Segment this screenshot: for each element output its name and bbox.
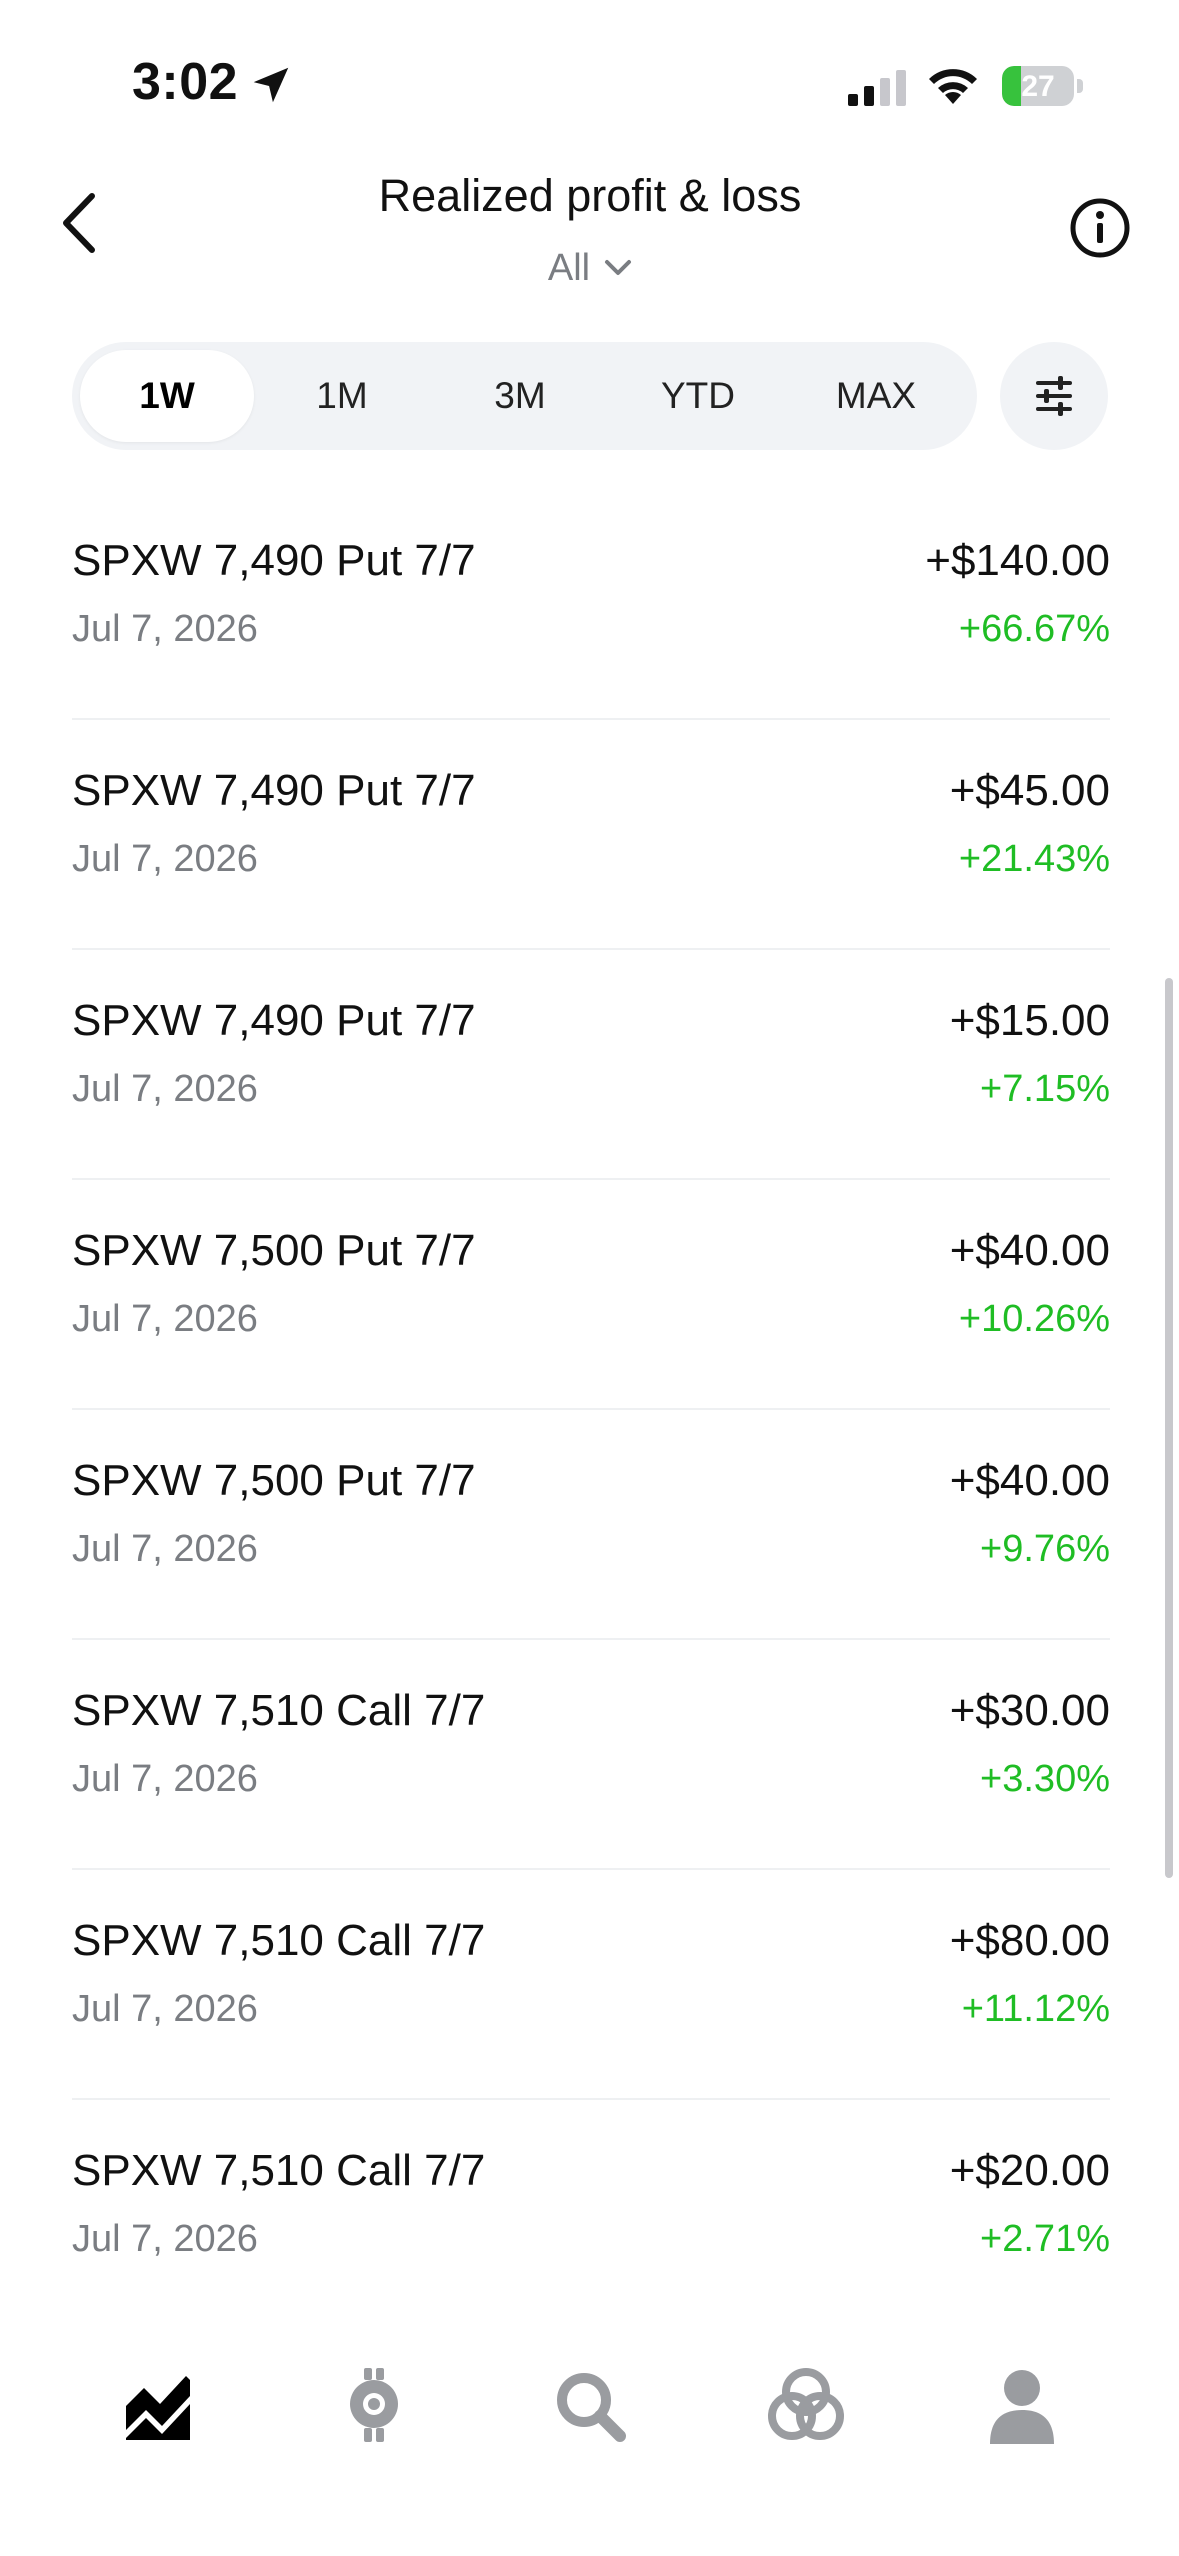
nav-investing[interactable]	[110, 2358, 206, 2454]
person-icon	[990, 2370, 1054, 2444]
trade-percent: +3.30%	[980, 1758, 1110, 1800]
nav-account[interactable]	[974, 2358, 1070, 2454]
trade-amount: +$45.00	[949, 766, 1110, 815]
network-icon	[768, 2368, 844, 2440]
trade-percent: +10.26%	[958, 1298, 1110, 1340]
list-item[interactable]: SPXW 7,510 Call 7/7 Jul 7, 2026 +$20.00 …	[72, 2100, 1110, 2328]
nav-search[interactable]	[542, 2358, 638, 2454]
trade-date: Jul 7, 2026	[72, 838, 258, 880]
account-filter-value: All	[547, 246, 591, 289]
trade-date: Jul 7, 2026	[72, 1758, 258, 1800]
trade-name: SPXW 7,490 Put 7/7	[72, 996, 476, 1045]
trade-amount: +$20.00	[949, 2146, 1110, 2195]
tab-ytd[interactable]: YTD	[611, 350, 785, 442]
trade-name: SPXW 7,510 Call 7/7	[72, 1686, 486, 1735]
bottom-nav	[0, 2300, 1179, 2556]
status-time: 3:02	[132, 53, 239, 111]
trade-amount: +$40.00	[949, 1456, 1110, 1505]
trade-amount: +$40.00	[949, 1226, 1110, 1275]
list-item[interactable]: SPXW 7,510 Call 7/7 Jul 7, 2026 +$30.00 …	[72, 1640, 1110, 1870]
lightbulb-icon	[350, 2368, 398, 2442]
tab-1w[interactable]: 1W	[80, 350, 254, 442]
search-icon	[557, 2373, 626, 2442]
trade-date: Jul 7, 2026	[72, 2218, 258, 2260]
status-bar: 3:02 27	[0, 0, 1179, 175]
trade-date: Jul 7, 2026	[72, 1298, 258, 1340]
trade-percent: +11.12%	[961, 1988, 1110, 2030]
trade-amount: +$30.00	[949, 1686, 1110, 1735]
trade-name: SPXW 7,510 Call 7/7	[72, 1916, 486, 1965]
trade-percent: +9.76%	[980, 1528, 1110, 1570]
list-item[interactable]: SPXW 7,500 Put 7/7 Jul 7, 2026 +$40.00 +…	[72, 1410, 1110, 1640]
location-arrow-icon	[253, 67, 289, 103]
list-item[interactable]: SPXW 7,490 Put 7/7 Jul 7, 2026 +$140.00 …	[72, 490, 1110, 720]
trade-percent: +7.15%	[980, 1068, 1110, 1110]
trade-name: SPXW 7,510 Call 7/7	[72, 2146, 486, 2195]
trade-percent: +2.71%	[980, 2218, 1110, 2260]
trade-amount: +$80.00	[949, 1916, 1110, 1965]
trade-name: SPXW 7,500 Put 7/7	[72, 1226, 476, 1275]
tab-3m[interactable]: 3M	[433, 350, 607, 442]
nav-ideas[interactable]	[326, 2358, 422, 2454]
filter-settings-button[interactable]	[1000, 342, 1108, 450]
trade-name: SPXW 7,500 Put 7/7	[72, 1456, 476, 1505]
trade-percent: +21.43%	[958, 838, 1110, 880]
trade-name: SPXW 7,490 Put 7/7	[72, 766, 476, 815]
trade-name: SPXW 7,490 Put 7/7	[72, 536, 476, 585]
trade-date: Jul 7, 2026	[72, 1528, 258, 1570]
cellular-signal-icon	[848, 70, 906, 106]
scrollbar[interactable]	[1165, 978, 1173, 1878]
trade-date: Jul 7, 2026	[72, 1068, 258, 1110]
trade-date: Jul 7, 2026	[72, 1988, 258, 2030]
chevron-down-icon	[605, 260, 632, 275]
chart-icon	[126, 2376, 190, 2440]
list-item[interactable]: SPXW 7,490 Put 7/7 Jul 7, 2026 +$15.00 +…	[72, 950, 1110, 1180]
wifi-icon	[929, 69, 977, 104]
trade-amount: +$140.00	[925, 536, 1110, 585]
page-title: Realized profit & loss	[378, 170, 802, 221]
battery-percent: 27	[1021, 70, 1055, 103]
tab-1m[interactable]: 1M	[255, 350, 429, 442]
tab-max[interactable]: MAX	[789, 350, 963, 442]
back-chevron-icon[interactable]	[52, 188, 112, 258]
nav-network[interactable]	[758, 2358, 854, 2454]
trade-percent: +66.67%	[958, 608, 1110, 650]
list-item[interactable]: SPXW 7,500 Put 7/7 Jul 7, 2026 +$40.00 +…	[72, 1180, 1110, 1410]
trade-amount: +$15.00	[949, 996, 1110, 1045]
list-item[interactable]: SPXW 7,510 Call 7/7 Jul 7, 2026 +$80.00 …	[72, 1870, 1110, 2100]
list-item[interactable]: SPXW 7,490 Put 7/7 Jul 7, 2026 +$45.00 +…	[72, 720, 1110, 950]
trade-date: Jul 7, 2026	[72, 608, 258, 650]
timeframe-selector: 1W 1M 3M YTD MAX	[72, 342, 977, 450]
account-filter-dropdown[interactable]: All	[480, 240, 700, 296]
info-icon[interactable]	[1068, 196, 1132, 260]
trade-list: SPXW 7,490 Put 7/7 Jul 7, 2026 +$140.00 …	[72, 490, 1110, 2328]
battery-indicator: 27	[1002, 66, 1084, 108]
sliders-icon	[1036, 376, 1072, 416]
